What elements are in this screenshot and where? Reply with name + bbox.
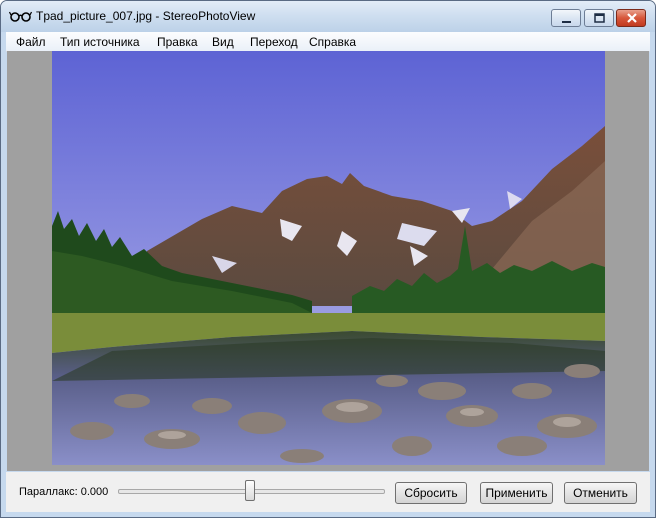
stereo-glasses-icon — [9, 11, 33, 22]
close-button[interactable] — [616, 9, 646, 27]
maximize-button[interactable] — [584, 9, 614, 27]
menu-navigate[interactable]: Переход — [250, 35, 298, 49]
reset-button[interactable]: Сбросить — [395, 482, 467, 504]
menu-view[interactable]: Вид — [212, 35, 234, 49]
minimize-button[interactable] — [551, 9, 581, 27]
image-viewport[interactable] — [7, 51, 649, 471]
close-icon — [627, 13, 637, 23]
parallax-panel: Параллакс: 0.000 Сбросить Применить Отме… — [6, 472, 650, 512]
maximize-icon — [594, 13, 605, 23]
title-bar[interactable]: Tpad_picture_007.jpg - StereoPhotoView — [1, 1, 655, 32]
menu-bar: Файл Тип источника Правка Вид Переход Сп… — [6, 32, 650, 52]
parallax-slider-thumb[interactable] — [245, 480, 255, 501]
parallax-label: Параллакс: 0.000 — [19, 486, 109, 498]
menu-help[interactable]: Справка — [309, 35, 356, 49]
menu-file[interactable]: Файл — [16, 35, 46, 49]
menu-source-type[interactable]: Тип источника — [60, 35, 140, 49]
apply-button[interactable]: Применить — [480, 482, 553, 504]
window-title: Tpad_picture_007.jpg - StereoPhotoView — [36, 9, 256, 23]
app-window: Tpad_picture_007.jpg - StereoPhotoView Ф… — [0, 0, 656, 518]
menu-edit[interactable]: Правка — [157, 35, 198, 49]
cancel-button[interactable]: Отменить — [564, 482, 637, 504]
minimize-icon — [562, 21, 571, 23]
photo-image — [52, 51, 605, 465]
